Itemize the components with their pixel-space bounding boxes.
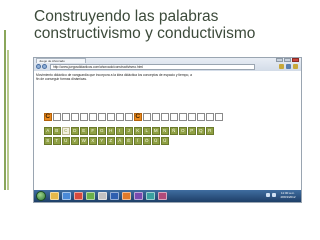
app-icon[interactable] <box>158 192 167 200</box>
browser-tab[interactable]: Juego de Ahorcado <box>36 58 86 63</box>
folder-icon[interactable] <box>50 192 59 200</box>
volume-icon[interactable] <box>272 193 276 197</box>
decorative-line <box>7 50 9 190</box>
word-cell <box>80 113 88 121</box>
word-cell <box>179 113 187 121</box>
network-icon[interactable] <box>266 193 270 197</box>
maximize-button[interactable] <box>284 58 291 62</box>
letter-key[interactable]: I <box>116 127 124 135</box>
letter-keyboard-row-2: STUVWXYZÁÉÍÓÚÜ <box>44 137 169 145</box>
letter-key[interactable]: E <box>80 127 88 135</box>
app-icon[interactable] <box>86 192 95 200</box>
close-button[interactable] <box>292 58 299 62</box>
letter-key[interactable]: T <box>53 137 61 145</box>
gear-icon[interactable] <box>293 64 298 69</box>
letter-key[interactable]: S <box>44 137 52 145</box>
word-cell: C <box>44 113 52 121</box>
word-cells: CC <box>44 113 223 121</box>
letter-key[interactable]: Ú <box>152 137 160 145</box>
letter-key[interactable]: H <box>107 127 115 135</box>
slide-title-line-2: constructivismo y conductivismo <box>34 25 256 42</box>
letter-key[interactable]: J <box>125 127 133 135</box>
taskbar-apps <box>50 192 167 200</box>
letter-key[interactable]: M <box>152 127 160 135</box>
app-icon[interactable] <box>146 192 155 200</box>
slide-title: Construyendo las palabras constructivism… <box>34 8 304 42</box>
word-cell <box>116 113 124 121</box>
letter-key[interactable]: Y <box>98 137 106 145</box>
letter-key[interactable]: C <box>62 127 70 135</box>
navigation-buttons <box>36 64 47 69</box>
decorative-line <box>4 30 6 190</box>
letter-key[interactable]: U <box>62 137 70 145</box>
letter-key[interactable]: Ñ <box>170 127 178 135</box>
address-bar[interactable]: http://www.juegosdidacticos.com/ahorcado… <box>50 64 255 70</box>
word-icon[interactable] <box>110 192 119 200</box>
app-icon[interactable] <box>134 192 143 200</box>
word-cell <box>125 113 133 121</box>
media-icon[interactable] <box>74 192 83 200</box>
game-instructions: Movimiento didáctico de vanguardia que i… <box>36 73 192 81</box>
letter-key[interactable]: X <box>89 137 97 145</box>
word-cell <box>89 113 97 121</box>
word-cell <box>170 113 178 121</box>
clock[interactable]: 11:00 a.m. 28/03/2012 <box>278 191 298 199</box>
letter-key[interactable]: N <box>161 127 169 135</box>
letter-key[interactable]: L <box>143 127 151 135</box>
word-cell <box>71 113 79 121</box>
slide-title-line-1: Construyendo las palabras <box>34 8 219 25</box>
word-cell: C <box>134 113 142 121</box>
word-cell <box>107 113 115 121</box>
letter-key[interactable]: V <box>71 137 79 145</box>
letter-key[interactable]: Í <box>134 137 142 145</box>
taskbar: 11:00 a.m. 28/03/2012 <box>34 190 301 202</box>
start-button[interactable] <box>36 191 46 201</box>
back-icon[interactable] <box>36 64 41 69</box>
letter-key[interactable]: Ó <box>143 137 151 145</box>
minimize-button[interactable] <box>276 58 283 62</box>
window-controls <box>276 58 299 62</box>
letter-key[interactable]: W <box>80 137 88 145</box>
toolbar-icons <box>279 64 298 69</box>
word-cell <box>188 113 196 121</box>
clock-date: 28/03/2012 <box>280 195 296 199</box>
home-icon[interactable] <box>279 64 284 69</box>
system-tray: 11:00 a.m. 28/03/2012 <box>266 191 298 199</box>
star-icon[interactable] <box>286 64 291 69</box>
letter-key[interactable]: Q <box>197 127 205 135</box>
word-cell <box>62 113 70 121</box>
letter-key[interactable]: F <box>89 127 97 135</box>
word-cell <box>206 113 214 121</box>
word-cell <box>143 113 151 121</box>
word-cell <box>152 113 160 121</box>
letter-key[interactable]: O <box>179 127 187 135</box>
app-icon[interactable] <box>98 192 107 200</box>
letter-key[interactable]: Á <box>116 137 124 145</box>
browser-chrome: Juego de Ahorcado http://www.juegosdidac… <box>34 58 301 71</box>
letter-key[interactable]: G <box>98 127 106 135</box>
letter-key[interactable]: B <box>53 127 61 135</box>
word-cell <box>53 113 61 121</box>
letter-key[interactable]: K <box>134 127 142 135</box>
word-cell <box>161 113 169 121</box>
letter-key[interactable]: É <box>125 137 133 145</box>
letter-key[interactable]: D <box>71 127 79 135</box>
powerpoint-icon[interactable] <box>122 192 131 200</box>
browser-icon[interactable] <box>62 192 71 200</box>
word-cell <box>98 113 106 121</box>
browser-screenshot: Juego de Ahorcado http://www.juegosdidac… <box>33 57 302 203</box>
letter-key[interactable]: Ü <box>161 137 169 145</box>
letter-key[interactable]: A <box>44 127 52 135</box>
letter-key[interactable]: R <box>206 127 214 135</box>
forward-icon[interactable] <box>42 64 47 69</box>
word-cell <box>197 113 205 121</box>
letter-key[interactable]: Z <box>107 137 115 145</box>
letter-keyboard-row-1: ABCDEFGHIJKLMNÑOPQR <box>44 127 214 135</box>
game-content: Movimiento didáctico de vanguardia que i… <box>34 71 301 190</box>
word-cell <box>215 113 223 121</box>
letter-key[interactable]: P <box>188 127 196 135</box>
